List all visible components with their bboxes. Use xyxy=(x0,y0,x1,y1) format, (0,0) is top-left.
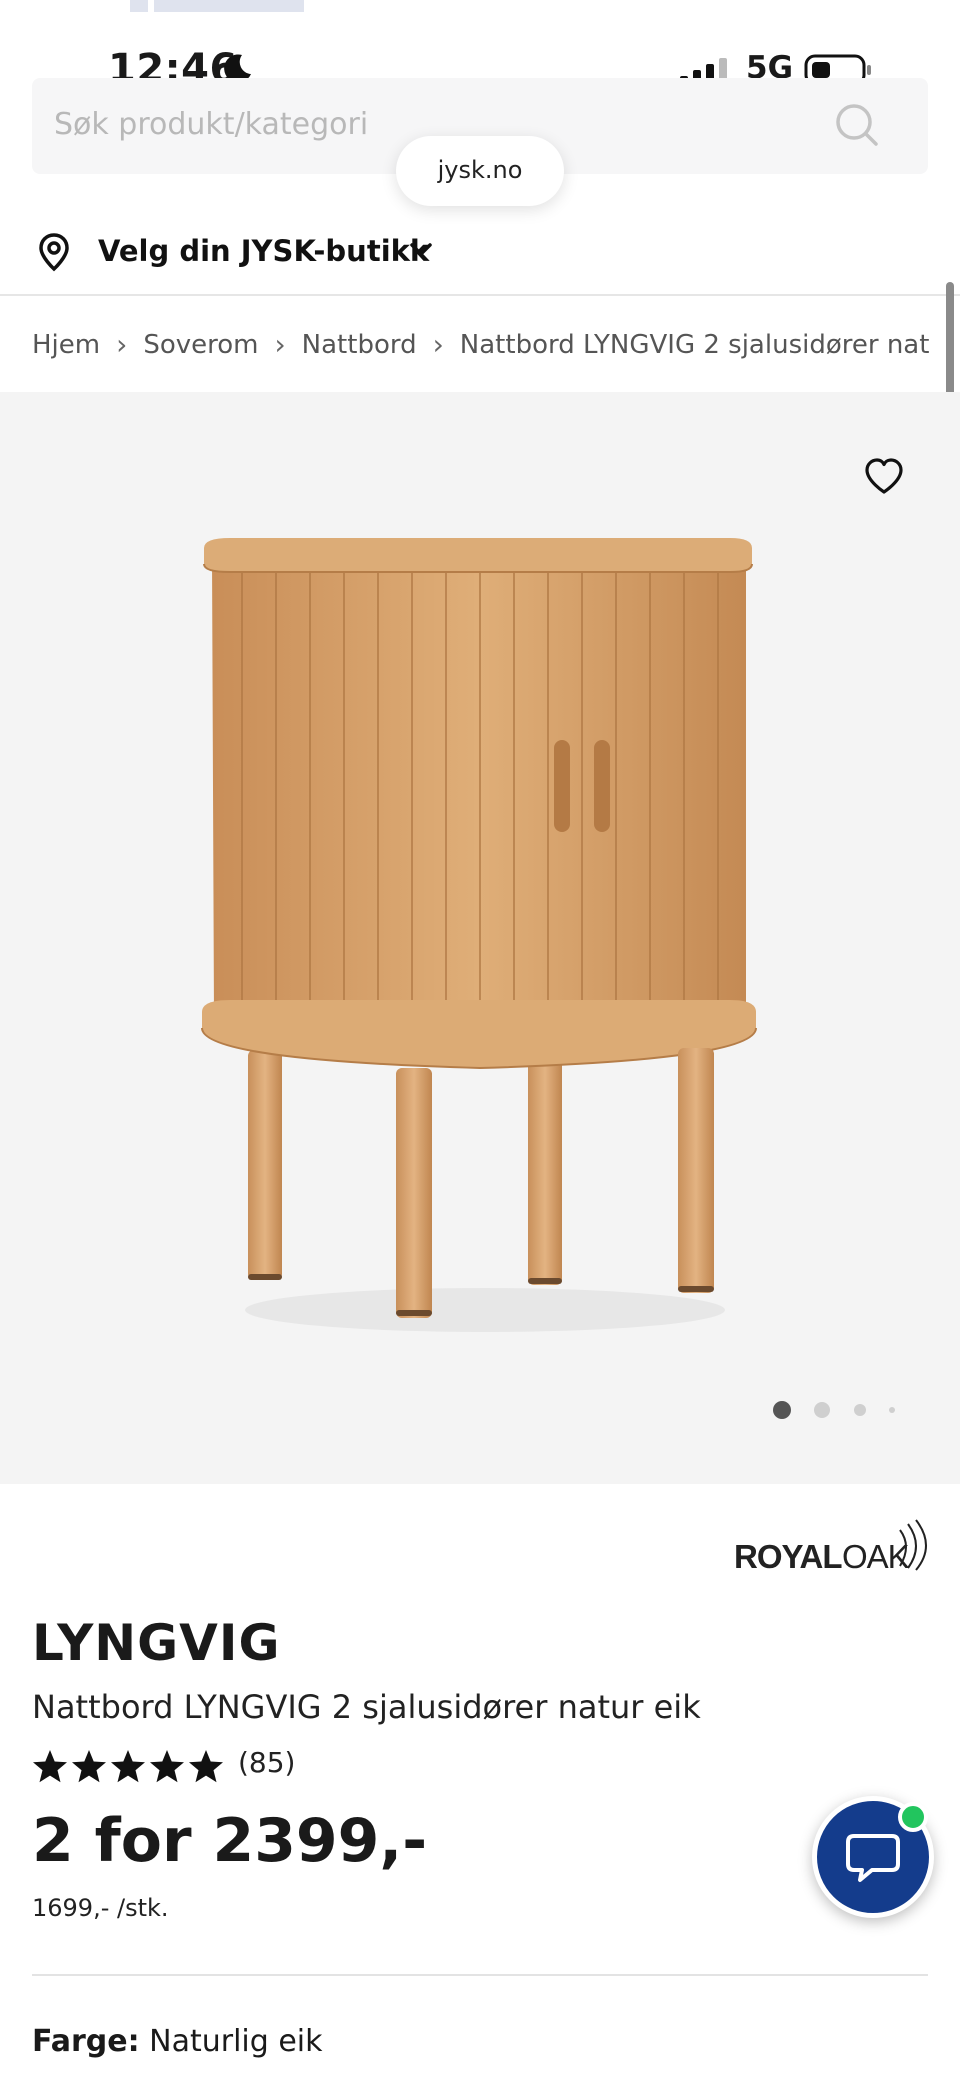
brand-logo: ROYAL OAK xyxy=(734,1519,927,1575)
tab-sliver xyxy=(130,0,148,12)
product-description: Nattbord LYNGVIG 2 sjalusidører natur ei… xyxy=(32,1688,701,1726)
gallery-pagination[interactable] xyxy=(770,1398,920,1422)
svg-text:OAK: OAK xyxy=(842,1538,910,1575)
chevron-right-icon: › xyxy=(432,328,444,361)
url-text: jysk.no xyxy=(437,156,523,184)
store-selector-label[interactable]: Velg din JYSK-butikk xyxy=(98,234,429,268)
chevron-right-icon: › xyxy=(116,328,128,361)
unit-price: 1699,- /stk. xyxy=(32,1894,169,1922)
chevron-down-icon[interactable] xyxy=(408,240,434,260)
color-label: Farge: xyxy=(32,2024,140,2059)
breadcrumb-item-current: Nattbord LYNGVIG 2 sjalusidører natur ei… xyxy=(459,329,930,360)
heart-icon[interactable] xyxy=(864,458,904,496)
color-value: Naturlig eik xyxy=(149,2024,323,2059)
breadcrumb: Hjem › Soverom › Nattbord › Nattbord LYNGVIG 2… xyxy=(32,328,930,361)
divider xyxy=(0,294,960,296)
divider xyxy=(32,1974,928,1976)
online-status-dot xyxy=(898,1802,928,1832)
rating-count[interactable]: (85) xyxy=(238,1746,295,1779)
rating-stars-icon[interactable] xyxy=(32,1748,228,1788)
color-info: Farge: Naturlig eik xyxy=(32,2024,323,2059)
chevron-right-icon: › xyxy=(274,328,286,361)
location-pin-icon[interactable] xyxy=(36,232,72,272)
search-placeholder: Søk produkt/kategori xyxy=(54,107,369,142)
search-icon[interactable] xyxy=(832,100,882,150)
product-name: LYNGVIG xyxy=(32,1614,281,1672)
svg-text:ROYAL: ROYAL xyxy=(734,1538,842,1575)
breadcrumb-item-home[interactable]: Hjem xyxy=(32,330,100,360)
tab-sliver xyxy=(154,0,304,12)
breadcrumb-item-soverom[interactable]: Soverom xyxy=(143,330,258,360)
breadcrumb-item-nattbord[interactable]: Nattbord xyxy=(302,330,417,360)
chat-bubble-icon xyxy=(846,1834,900,1882)
product-image xyxy=(201,538,757,1332)
product-price: 2 for 2399,- xyxy=(32,1806,428,1876)
